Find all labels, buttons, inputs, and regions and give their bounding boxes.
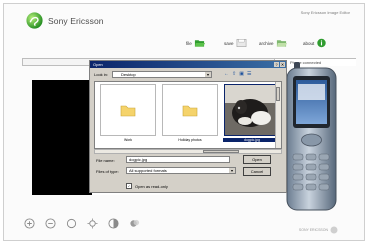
footer-logo-icon — [330, 226, 338, 234]
back-arrow-icon[interactable]: ← — [224, 71, 229, 77]
footer-brand-text: SONY ERICSSON — [298, 228, 328, 232]
file-label: file — [186, 40, 192, 46]
file-item-image[interactable]: dogpic.jpg — [223, 84, 281, 142]
filename-label: File name: — [96, 158, 115, 163]
file-item-folder[interactable]: Holiday photos — [161, 84, 219, 142]
readonly-label: Open as read-only — [135, 183, 168, 189]
file-list-hscroll[interactable] — [94, 149, 282, 154]
phone-mockup — [286, 62, 337, 211]
file-name: Holiday photos — [178, 138, 202, 142]
app-title: Sony Ericsson Image Editor — [300, 10, 350, 15]
image-tools — [24, 218, 140, 229]
archive-folder-icon — [276, 40, 287, 47]
file-menu-button[interactable]: file — [186, 38, 205, 48]
zoom-in-icon[interactable] — [24, 218, 35, 229]
save-label: save — [224, 40, 234, 46]
effects-icon[interactable] — [129, 218, 140, 229]
view-menu-icon[interactable]: ☰ — [247, 71, 251, 77]
chevron-down-icon: ▾ — [205, 72, 212, 77]
lookin-dropdown[interactable]: Desktop ▾ — [112, 71, 213, 78]
lookin-row: Look in: Desktop ▾ — [94, 71, 213, 78]
cancel-button[interactable]: Cancel — [243, 167, 271, 176]
folder-icon — [182, 105, 198, 116]
filetype-value: All supported formats — [129, 168, 167, 173]
brightness-icon[interactable] — [87, 218, 98, 229]
file-name: Work — [123, 138, 133, 142]
folder-icon — [120, 105, 136, 116]
dialog-nav-toolbar: ← ⇧ ▣ ☰ — [224, 71, 251, 77]
filetype-label: Files of type: — [96, 169, 119, 174]
brand-logo: Sony Ericsson — [26, 12, 104, 29]
readonly-option[interactable]: ✓ Open as read-only — [126, 183, 168, 189]
contrast-icon[interactable] — [108, 218, 119, 229]
rotate-icon[interactable] — [66, 218, 77, 229]
zoom-out-icon[interactable] — [45, 218, 56, 229]
help-button[interactable]: ? — [274, 62, 279, 67]
readonly-checkbox[interactable]: ✓ — [126, 183, 132, 189]
filetype-dropdown[interactable]: All supported formats ▾ — [126, 167, 236, 174]
dialog-title: Open — [93, 62, 103, 67]
dog-photo-thumbnail — [225, 85, 279, 135]
save-disk-icon — [236, 39, 246, 47]
image-preview-pane — [32, 80, 92, 195]
lookin-value: Desktop — [121, 72, 136, 77]
footer-brand: SONY ERICSSON — [299, 226, 338, 234]
folder-open-icon — [194, 40, 205, 47]
new-folder-icon[interactable]: ▣ — [239, 71, 244, 77]
archive-label: archive — [259, 40, 274, 46]
file-list: Work Holiday photos dogpic.jpg — [94, 81, 282, 149]
close-button[interactable]: ✕ — [280, 62, 285, 67]
up-folder-icon[interactable]: ⇧ — [232, 71, 236, 77]
open-button[interactable]: Open — [243, 155, 271, 164]
dialog-titlebar[interactable]: Open ? ✕ — [90, 61, 286, 68]
chevron-down-icon: ▾ — [229, 168, 235, 173]
file-item-folder[interactable]: Work — [99, 84, 157, 142]
save-button[interactable]: save — [224, 38, 247, 48]
brand-name: Sony Ericsson — [48, 15, 104, 26]
sony-ericsson-logo-icon — [26, 12, 43, 29]
about-label: about — [303, 40, 315, 46]
open-file-dialog: Open ? ✕ Look in: Desktop ▾ ← ⇧ ▣ ☰ Work — [89, 60, 287, 193]
info-icon — [317, 38, 326, 48]
archive-button[interactable]: archive — [259, 38, 287, 48]
filename-input[interactable]: dogpic.jpg — [126, 156, 230, 163]
file-name: dogpic.jpg — [223, 138, 281, 142]
lookin-label: Look in: — [94, 72, 109, 77]
about-button[interactable]: about — [303, 38, 327, 48]
file-list-vscroll[interactable] — [275, 82, 281, 148]
